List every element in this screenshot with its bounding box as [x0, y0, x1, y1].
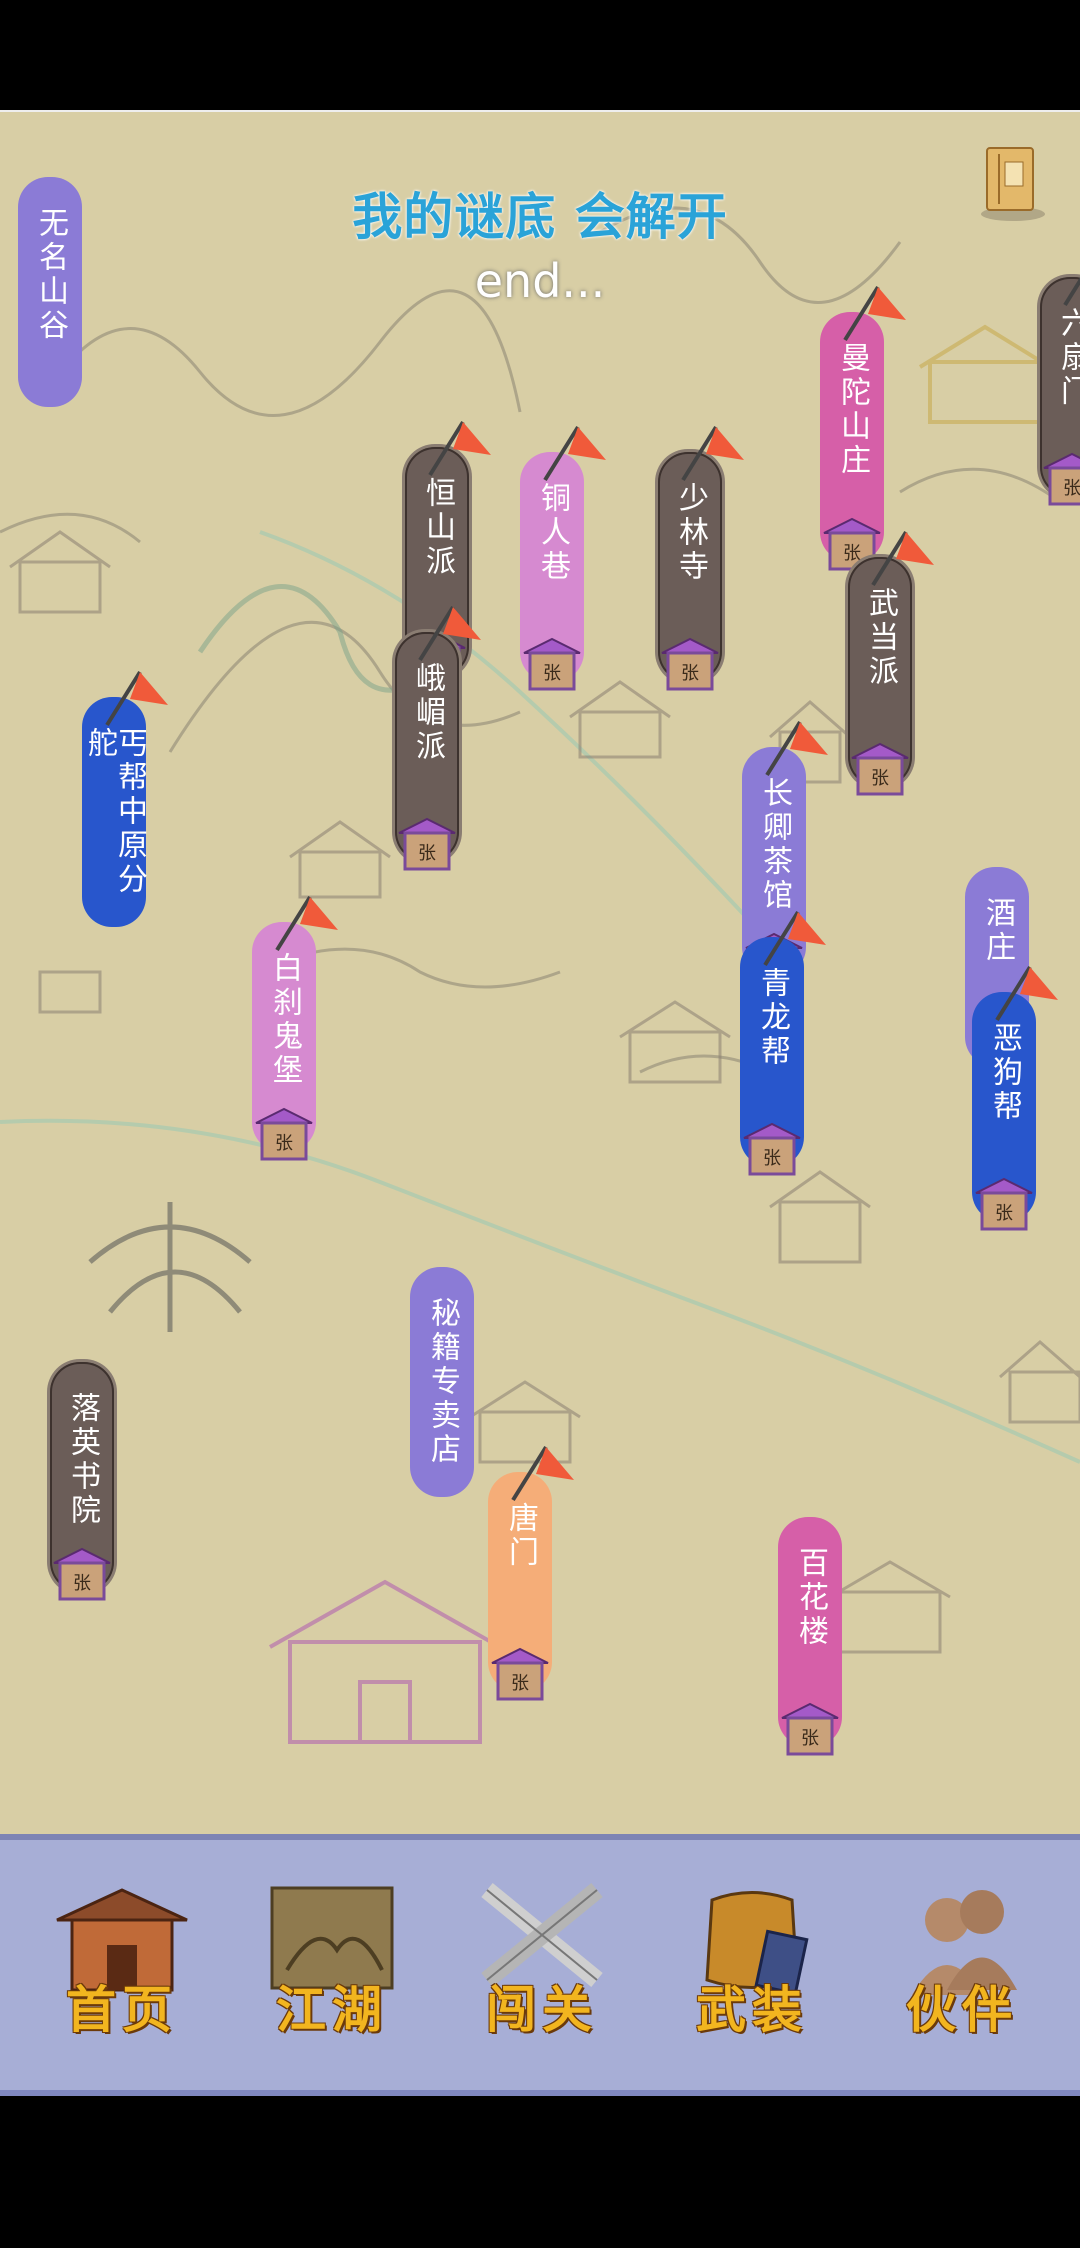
red-flag-icon: [511, 1445, 574, 1502]
page-title: 我的谜底 会解开: [352, 188, 728, 246]
red-flag-icon: [871, 530, 934, 587]
red-flag-icon: [275, 895, 338, 952]
shop-plaque-icon: 张: [850, 742, 910, 798]
location-miji[interactable]: 秘籍专卖店: [410, 1267, 474, 1497]
plaque-label: 张: [1063, 478, 1080, 499]
nav-home[interactable]: 首页: [42, 1880, 202, 2060]
bottom-nav: 首页 江湖 闯关 武装 伙伴: [0, 1834, 1080, 2096]
shop-plaque-icon: 张: [522, 637, 582, 693]
location-name: 峨嵋派: [410, 662, 445, 764]
red-flag-icon: [543, 425, 606, 482]
location-name: 六扇门: [1055, 307, 1080, 409]
location-name: 曼陀山庄: [835, 342, 870, 478]
shop-plaque-icon: 张: [660, 637, 720, 693]
nav-wuzhuang-label: 武装: [696, 1980, 808, 2039]
location-name: 恒山派: [420, 477, 455, 579]
shop-plaque-icon: 张: [397, 817, 457, 873]
location-name: 青龙帮: [755, 967, 790, 1069]
nav-chuangguan-label: 闯关: [486, 1980, 598, 2039]
red-flag-icon: [428, 420, 491, 477]
location-name: 丐帮中原分舵: [82, 727, 147, 897]
nav-huoban[interactable]: 伙伴: [882, 1880, 1042, 2060]
page-subtitle: end...: [474, 254, 606, 308]
location-name: 长卿茶馆: [757, 777, 792, 913]
plaque-label: 张: [543, 663, 561, 684]
red-flag-icon: [765, 720, 828, 777]
location-name: 酒庄: [980, 897, 1015, 965]
location-wuming[interactable]: 无名山谷: [18, 177, 82, 407]
shop-plaque-icon: 张: [742, 1122, 802, 1178]
plaque-label: 张: [418, 843, 436, 864]
shop-plaque-icon: 张: [1042, 452, 1080, 508]
plaque-label: 张: [73, 1573, 91, 1594]
nav-jianghu[interactable]: 江湖: [252, 1880, 412, 2060]
location-name: 武当派: [863, 587, 898, 689]
plaque-label: 张: [801, 1728, 819, 1749]
red-flag-icon: [418, 605, 481, 662]
shop-plaque-icon: 张: [490, 1647, 550, 1703]
red-flag-icon: [763, 910, 826, 967]
book-icon[interactable]: [975, 142, 1045, 222]
location-name: 少林寺: [673, 482, 708, 584]
red-flag-icon: [843, 285, 906, 342]
nav-jianghu-label: 江湖: [276, 1980, 388, 2039]
plaque-label: 张: [871, 768, 889, 789]
nav-chuangguan[interactable]: 闯关: [462, 1880, 622, 2060]
plaque-label: 张: [275, 1133, 293, 1154]
location-name: 恶狗帮: [987, 1022, 1022, 1124]
plaque-label: 张: [763, 1148, 781, 1169]
location-name: 落英书院: [65, 1392, 100, 1528]
plaque-label: 张: [995, 1203, 1013, 1224]
shop-plaque-icon: 张: [974, 1177, 1034, 1233]
location-name: 铜人巷: [535, 482, 570, 584]
red-flag-icon: [995, 965, 1058, 1022]
nav-huoban-label: 伙伴: [906, 1980, 1018, 2039]
location-name: 白刹鬼堡: [267, 952, 302, 1088]
nav-wuzhuang[interactable]: 武装: [672, 1880, 832, 2060]
location-name: 无名山谷: [33, 207, 68, 343]
plaque-label: 张: [511, 1673, 529, 1694]
location-gaibang[interactable]: 丐帮中原分舵: [82, 697, 147, 927]
world-map[interactable]: 我的谜底 会解开 end... 无名山谷六扇门张曼陀山庄张恒山派张铜人巷张少林寺…: [0, 110, 1080, 1834]
red-flag-icon: [1063, 277, 1080, 307]
plaque-label: 张: [681, 663, 699, 684]
shop-plaque-icon: 张: [254, 1107, 314, 1163]
red-flag-icon: [105, 670, 168, 727]
nav-home-label: 首页: [66, 1980, 178, 2039]
location-name: 秘籍专卖店: [425, 1297, 460, 1467]
red-flag-icon: [681, 425, 744, 482]
shop-plaque-icon: 张: [780, 1702, 840, 1758]
location-name: 百花楼: [793, 1547, 828, 1649]
shop-plaque-icon: 张: [52, 1547, 112, 1603]
location-name: 唐门: [503, 1502, 538, 1570]
